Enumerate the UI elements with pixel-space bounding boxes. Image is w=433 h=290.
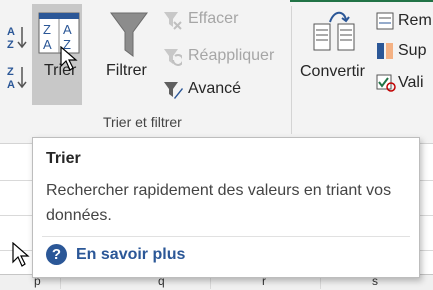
clear-button[interactable]: Effacer: [162, 8, 272, 32]
svg-text:A: A: [7, 26, 15, 38]
clear-filter-icon: [164, 12, 182, 30]
flash-fill-button[interactable]: Rem: [376, 10, 433, 34]
advanced-button-label: Avancé: [188, 80, 242, 97]
help-circle-icon: ?: [46, 244, 67, 265]
tooltip-description: Rechercher rapidement des valeurs en tri…: [46, 182, 392, 224]
sort-z-to-a-icon: Z A: [7, 66, 27, 91]
advanced-filter-icon: [164, 82, 183, 99]
data-validation-icon: [376, 74, 396, 92]
sort-z-to-a-button[interactable]: Z A: [6, 64, 28, 91]
funnel-icon: [110, 12, 148, 63]
advanced-button[interactable]: Avancé: [162, 78, 272, 102]
learn-more-link[interactable]: En savoir plus: [76, 246, 185, 264]
reapply-button-label: Réappliquer: [188, 47, 275, 64]
svg-text:Z: Z: [7, 39, 14, 50]
mouse-pointer-icon: [60, 45, 78, 77]
sort-a-to-z-button[interactable]: A Z: [6, 24, 28, 51]
svg-text:A: A: [43, 37, 52, 52]
svg-text:Z: Z: [43, 22, 51, 37]
sort-tooltip: Trier Rechercher rapidement des valeurs …: [32, 137, 420, 278]
data-validation-button[interactable]: Vali: [376, 72, 433, 96]
reapply-filter-icon: [164, 49, 182, 66]
tooltip-divider: [42, 236, 410, 237]
tooltip-title: Trier: [46, 150, 81, 167]
mouse-pointer-icon: [12, 241, 30, 273]
sort-a-to-z-icon: A Z: [7, 26, 27, 51]
svg-text:Z: Z: [7, 66, 14, 78]
sort-filter-group-label: Trier et filtrer: [103, 114, 182, 130]
remove-duplicates-label: Sup: [398, 42, 427, 59]
svg-text:A: A: [7, 79, 15, 90]
flash-fill-label: Rem: [398, 12, 432, 29]
svg-text:A: A: [63, 22, 72, 37]
text-to-columns-icon: [312, 10, 358, 57]
filter-button-label: Filtrer: [106, 62, 147, 79]
convert-button-label: Convertir: [300, 63, 365, 80]
clear-button-label: Effacer: [188, 10, 239, 27]
ribbon-accent-line: [290, 0, 433, 2]
group-separator: [291, 6, 292, 134]
remove-duplicates-button[interactable]: Sup: [376, 40, 433, 64]
remove-duplicates-icon: [377, 43, 393, 59]
reapply-button[interactable]: Réappliquer: [162, 45, 287, 69]
data-validation-label: Vali: [398, 74, 424, 91]
flash-fill-icon: [376, 12, 394, 30]
